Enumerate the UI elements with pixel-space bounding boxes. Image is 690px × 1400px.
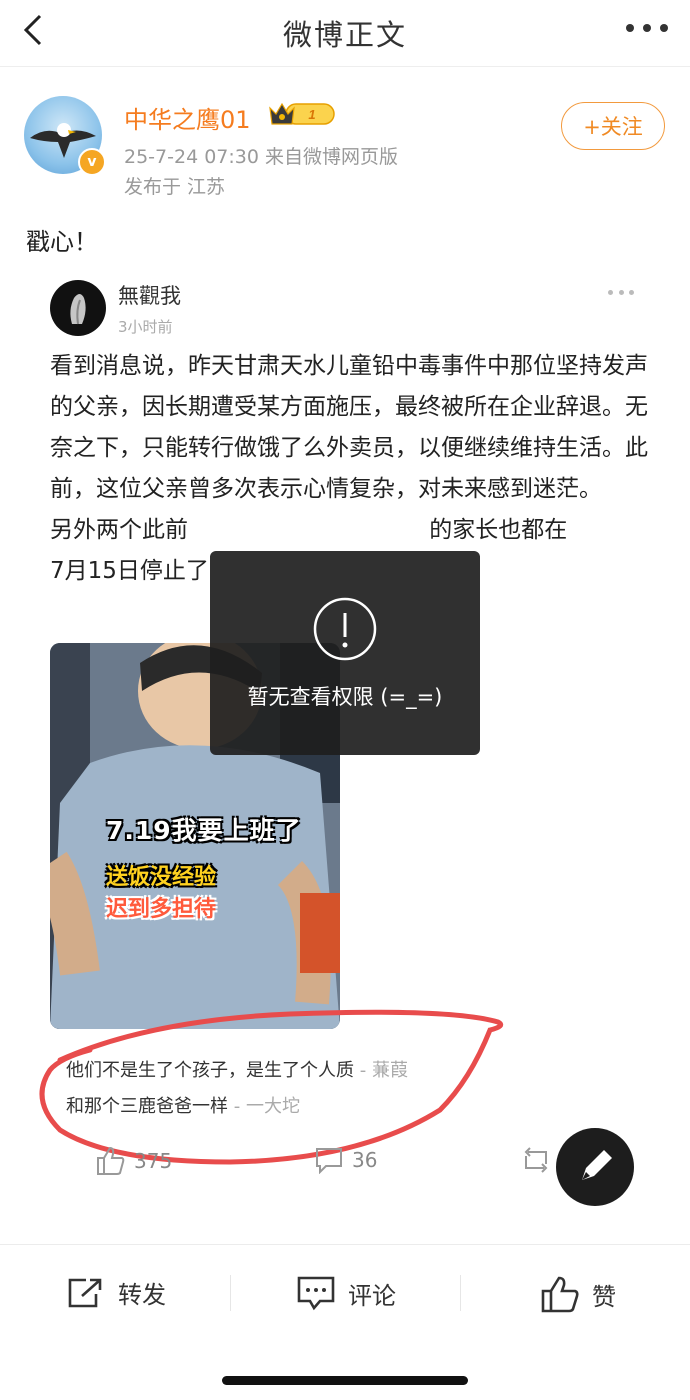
quoted-like-button[interactable]: 375 [94, 1146, 172, 1176]
compose-button[interactable] [556, 1128, 634, 1206]
photo-caption-line: 迟到多担待 [106, 897, 217, 922]
follow-button[interactable]: +关注 [561, 102, 665, 150]
photo-caption-line: 7.19我要上班了 [106, 816, 302, 845]
quoted-post-time: 3小时前 [118, 318, 173, 336]
thumbs-up-icon [541, 1276, 579, 1313]
like-button[interactable]: 赞 [540, 1275, 616, 1313]
quoted-author-name[interactable]: 無觀我 [118, 280, 181, 310]
page-title: 微博正文 [282, 18, 407, 52]
comment-icon [316, 1148, 342, 1174]
pencil-icon [582, 1150, 612, 1180]
member-crown-badge-icon[interactable]: 1 [268, 100, 336, 128]
exclamation-icon [313, 597, 377, 661]
quoted-comment-button[interactable]: 36 [314, 1146, 377, 1174]
post-meta: 25-7-24 07:30 来自微博网页版 [124, 146, 398, 168]
quoted-author-avatar[interactable] [50, 280, 106, 336]
quoted-paragraph: 另外两个此前 的家长也都在 [50, 517, 568, 543]
comment-label: 评论 [348, 1281, 396, 1310]
bottom-action-bar: 转发 评论 赞 [0, 1244, 690, 1345]
repost-icon [524, 1147, 548, 1173]
like-label: 赞 [592, 1282, 616, 1311]
comment-bubble-icon [297, 1276, 335, 1311]
red-annotation-circle [39, 1009, 504, 1165]
repost-label: 转发 [118, 1281, 166, 1309]
toast-text: 暂无查看权限 (=_=) [247, 685, 443, 709]
repost-button[interactable]: 转发 [66, 1275, 166, 1310]
author-name[interactable]: 中华之鹰01 [124, 100, 251, 135]
post-location: 发布于 江苏 [124, 176, 226, 198]
quoted-more-icon[interactable] [608, 290, 634, 296]
more-options-icon[interactable] [626, 24, 668, 36]
thumbs-up-icon [97, 1146, 125, 1175]
like-count: 375 [134, 1149, 173, 1173]
quoted-paragraph: 看到消息说，昨天甘肃天水儿童铅中毒事件中那位坚持发声的父亲，因长期遭受某方面施压… [50, 353, 648, 502]
comment-count: 36 [352, 1148, 378, 1172]
post-text: 戳心！ [26, 228, 98, 256]
comment-button[interactable]: 评论 [296, 1275, 396, 1311]
verified-badge-icon: v [78, 148, 106, 176]
permission-toast: 暂无查看权限 (=_=) [210, 551, 480, 755]
top-bar: 微博正文 [0, 0, 690, 67]
home-indicator [222, 1376, 468, 1385]
share-icon [68, 1278, 102, 1307]
quoted-repost-button[interactable] [520, 1146, 552, 1174]
photo-caption-line: 送饭没经验 [106, 865, 217, 890]
level-number: 1 [308, 107, 315, 122]
